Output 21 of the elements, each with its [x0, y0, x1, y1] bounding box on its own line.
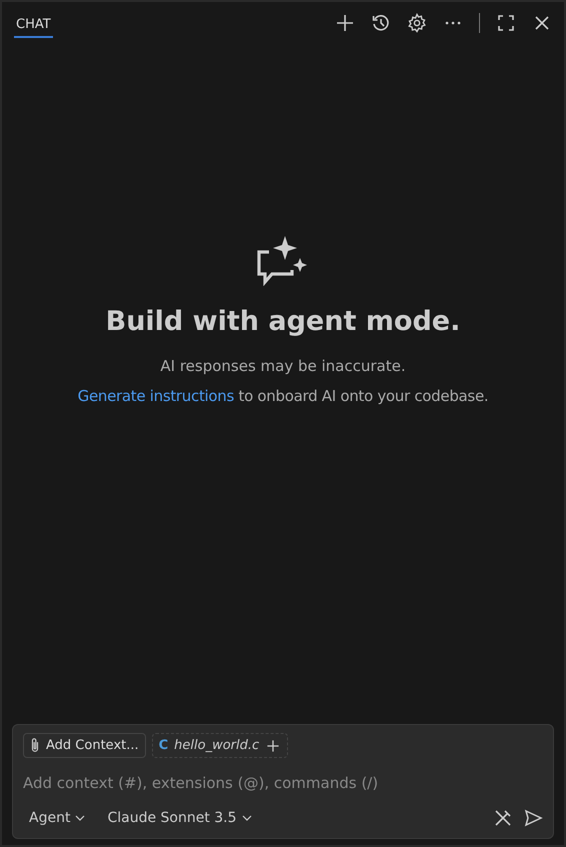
welcome-title: Build with agent mode. [106, 306, 460, 337]
file-name: hello_world.c [174, 738, 260, 753]
tools-icon[interactable] [493, 808, 513, 828]
chat-input-box[interactable]: Add Context... C hello_world.c Add context (#), extensions (@), commands (/) Agent Claude Sonnet 3.5 [12, 724, 554, 839]
dropdown-button[interactable]: Claude Sonnet 3.5 [101, 806, 258, 830]
plus-icon[interactable] [265, 738, 282, 754]
send-icon[interactable] [523, 808, 543, 828]
instructions-text: Generate instructions to onboard AI onto your codebase. [78, 387, 488, 405]
paperclip-icon [30, 737, 40, 754]
history-icon[interactable] [371, 13, 391, 33]
chevron-down-icon [75, 815, 86, 821]
add-context-button[interactable]: Add Context... [23, 733, 146, 758]
chat-tab[interactable]: CHAT [14, 8, 53, 38]
disclaimer-text: AI responses may be inaccurate. [160, 357, 406, 375]
chevron-down-icon [242, 815, 252, 821]
dropdown-button[interactable]: Agent [23, 806, 92, 830]
plus-icon[interactable] [335, 13, 355, 33]
maximize-icon[interactable] [496, 13, 516, 33]
generate-instructions-link[interactable]: Generate instructions [78, 387, 234, 405]
c-file-icon: C [158, 738, 168, 753]
settings-icon[interactable] [407, 13, 427, 33]
